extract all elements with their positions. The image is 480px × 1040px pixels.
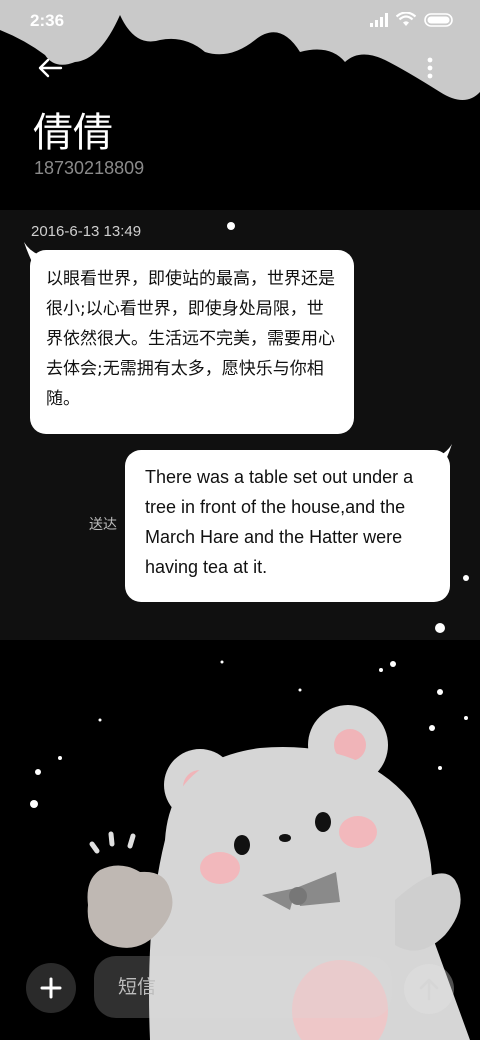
more-vertical-icon xyxy=(427,57,433,79)
composer-bar xyxy=(0,950,480,1030)
back-button[interactable] xyxy=(30,48,70,88)
battery-icon xyxy=(424,12,453,27)
send-button[interactable] xyxy=(404,964,454,1014)
arrow-up-icon xyxy=(419,978,439,1001)
plus-icon xyxy=(40,977,62,999)
status-icons xyxy=(370,12,454,27)
more-options-button[interactable] xyxy=(410,48,450,88)
contact-name: 倩倩 xyxy=(33,110,113,156)
incoming-message-text: 以眼看世界，即使站的最高，世界还是很小;以心看世界，即使身处局限，世界依然很大。… xyxy=(46,269,335,409)
arrow-left-icon xyxy=(38,58,63,78)
wifi-icon xyxy=(396,12,416,26)
message-input[interactable] xyxy=(94,956,392,1018)
delivery-status: 送达 xyxy=(89,517,117,533)
contact-phone: 18730218809 xyxy=(34,158,145,178)
status-bar: 2:36 xyxy=(0,0,480,40)
signal-icon xyxy=(370,12,388,27)
add-attachment-button[interactable] xyxy=(26,963,76,1013)
incoming-message-bubble[interactable]: 以眼看世界，即使站的最高，世界还是很小;以心看世界，即使身处局限，世界依然很大。… xyxy=(30,250,354,434)
outgoing-message-text: There was a table set out under a tree i… xyxy=(145,467,414,577)
outgoing-message-bubble[interactable]: There was a table set out under a tree i… xyxy=(125,450,450,602)
status-time: 2:36 xyxy=(30,11,65,30)
